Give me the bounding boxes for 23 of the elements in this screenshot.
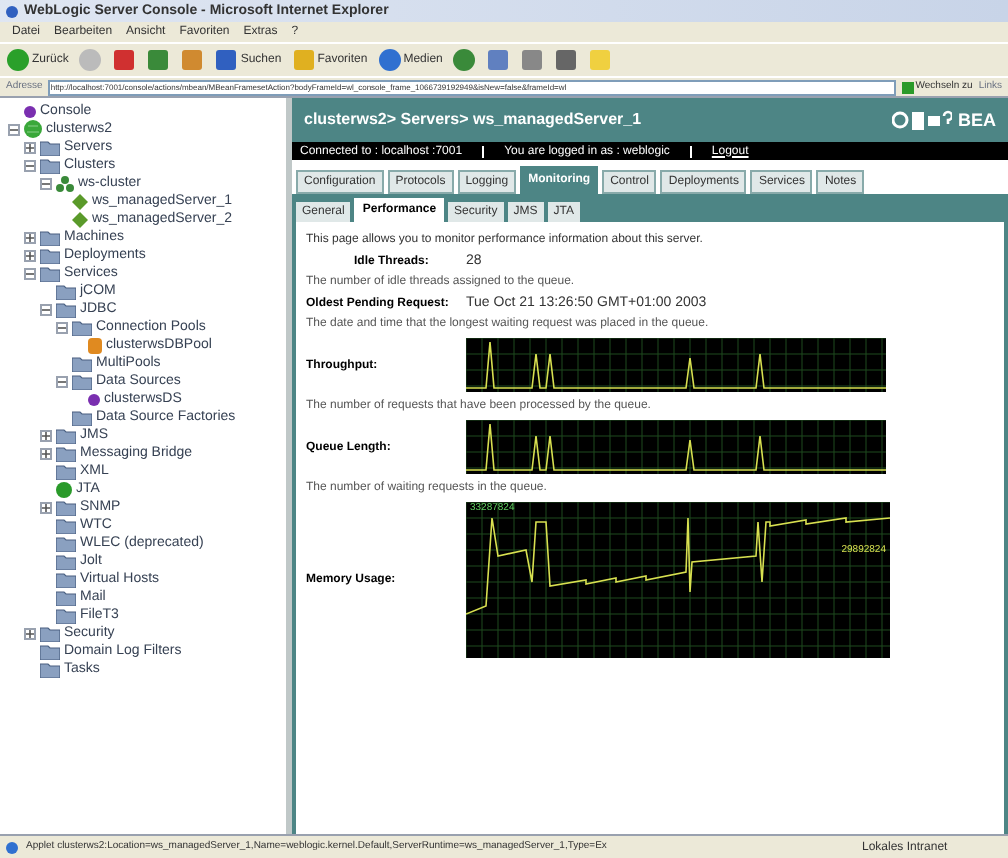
globe-icon xyxy=(24,120,42,138)
breadcrumb: clusterws2> Servers> ws_managedServer_1 xyxy=(304,112,642,128)
dot-icon xyxy=(88,393,100,405)
dot-icon xyxy=(56,481,72,497)
collapse-toggle[interactable] xyxy=(56,375,68,387)
header-icons-drawing xyxy=(891,110,952,130)
expand-toggle[interactable] xyxy=(40,501,52,513)
collapse-toggle[interactable] xyxy=(24,159,36,171)
dot-icon xyxy=(24,105,36,117)
expand-toggle[interactable] xyxy=(24,231,36,243)
expand-toggle[interactable] xyxy=(24,249,36,261)
collapse-toggle[interactable] xyxy=(40,177,52,189)
bea-logo: BEA xyxy=(957,111,996,129)
collapse-toggle[interactable] xyxy=(24,267,36,279)
collapse-toggle[interactable] xyxy=(8,123,20,135)
cluster-icon xyxy=(56,175,74,191)
collapse-toggle[interactable] xyxy=(56,321,68,333)
expand-toggle[interactable] xyxy=(40,429,52,441)
collapse-toggle[interactable] xyxy=(40,303,52,315)
expand-toggle[interactable] xyxy=(24,141,36,153)
expand-toggle[interactable] xyxy=(40,447,52,459)
cylinder-icon xyxy=(88,337,102,353)
expand-toggle[interactable] xyxy=(24,627,36,639)
